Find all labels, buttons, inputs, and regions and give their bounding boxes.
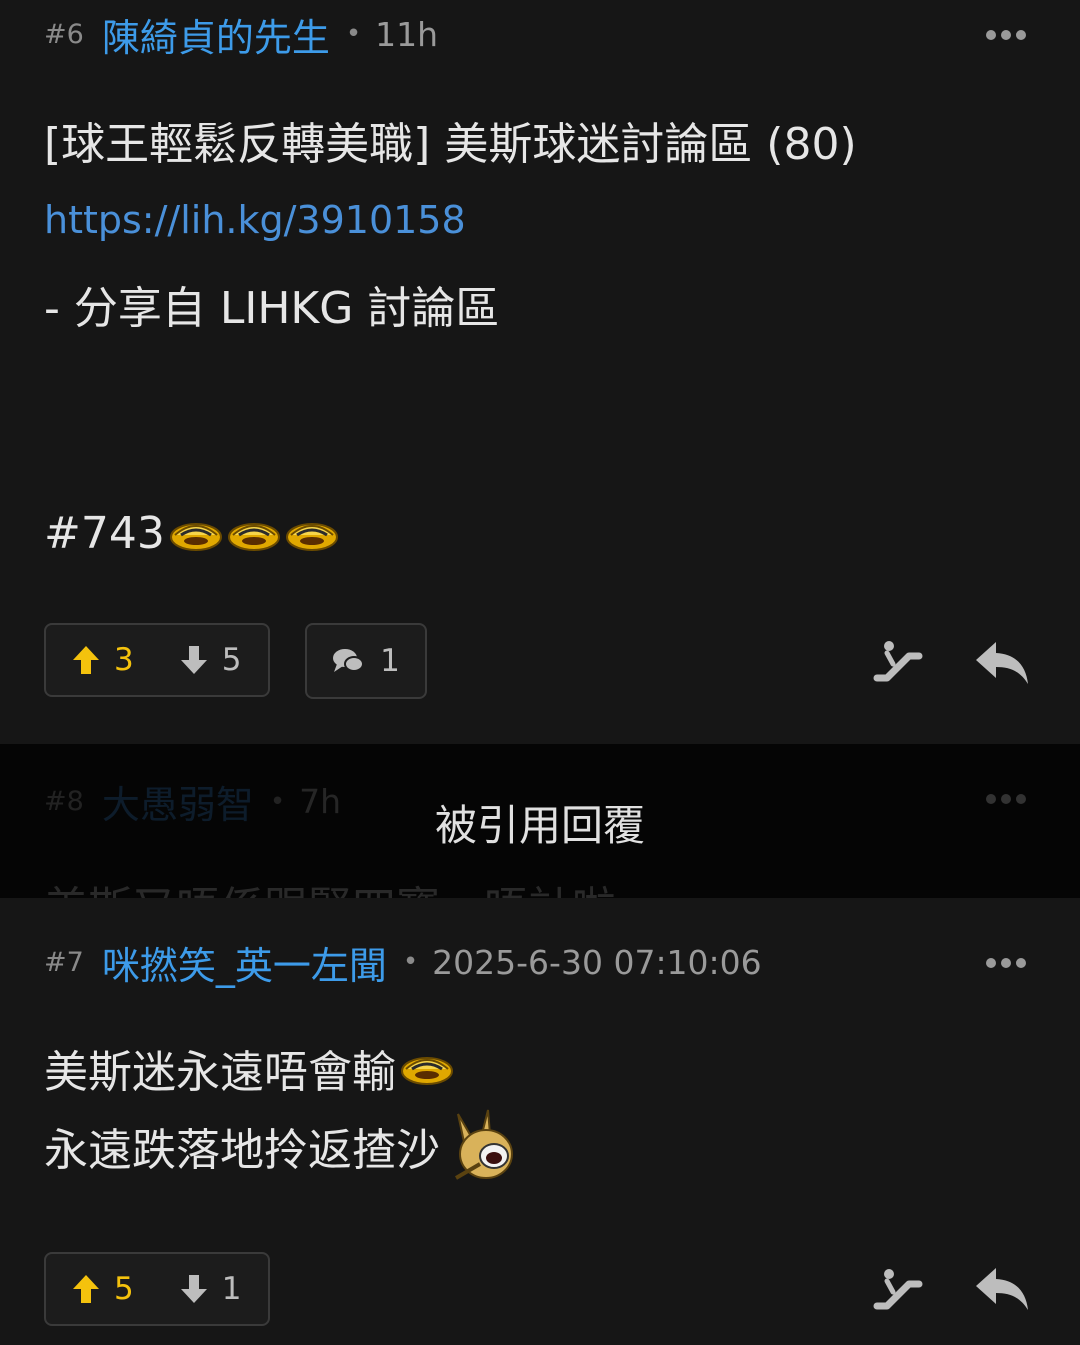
laugh-emoji-icon	[285, 522, 338, 551]
post-time: 11h	[375, 14, 439, 54]
upvote-count: 5	[114, 1271, 134, 1307]
post-time: 2025-6-30 07:10:06	[432, 942, 762, 982]
vote-box: 5 1	[44, 1252, 270, 1326]
arrow-down-icon	[180, 1275, 207, 1303]
quoted-text: 美斯又唔係跟緊四寶，唔計啦	[44, 872, 616, 898]
post-text-2: 永遠跌落地拎返揸沙	[44, 1125, 440, 1176]
post-meta: #6 陳綺貞的先生 • 11h	[44, 4, 438, 64]
floor-number: #6	[44, 18, 84, 50]
upvote-count: 3	[114, 642, 134, 678]
shouting-rabbit-emoji-icon	[454, 1109, 513, 1180]
reply-icon[interactable]	[974, 1266, 1030, 1312]
quoted-reply-banner[interactable]: #8 大愚弱智 • 7h 美斯又唔係跟緊四寶，唔計啦 被引用回覆	[0, 744, 1080, 898]
post-7: #7 咪撚笑_英一左聞 • 2025-6-30 07:10:06 美斯迷永遠唔會…	[0, 898, 1080, 1345]
arrow-up-icon	[73, 1275, 99, 1303]
quoted-reply-title: 被引用回覆	[434, 801, 645, 850]
author-name[interactable]: 咪撚笑_英一左聞	[102, 935, 387, 990]
more-options-icon[interactable]	[986, 958, 1026, 968]
post-text-1: 美斯迷永遠唔會輸	[44, 1047, 396, 1098]
post-6: #6 陳綺貞的先生 • 11h [球王輕鬆反轉美職] 美斯球迷討論區 (80) …	[0, 0, 1080, 744]
vote-box: 3 5	[44, 623, 270, 697]
share-text: - 分享自 LIHKG 討論區	[44, 283, 500, 334]
separator-dot: •	[402, 947, 419, 977]
downvote-button[interactable]: 5	[180, 642, 242, 678]
thread-link[interactable]: https://lih.kg/3910158	[44, 198, 466, 242]
reference-number: #743	[44, 508, 165, 559]
comments-icon	[333, 649, 365, 672]
post-meta: #7 咪撚笑_英一左聞 • 2025-6-30 07:10:06	[44, 932, 762, 992]
author-name[interactable]: 陳綺貞的先生	[102, 7, 330, 62]
downvote-count: 1	[221, 1271, 242, 1307]
escalator-icon[interactable]	[873, 640, 923, 684]
reference-line: #743	[44, 508, 339, 559]
post-line-2: 永遠跌落地拎返揸沙	[44, 1108, 516, 1184]
upvote-button[interactable]: 5	[72, 1271, 134, 1307]
post-line-1: 美斯迷永遠唔會輸	[44, 1036, 454, 1100]
more-options-icon[interactable]	[986, 30, 1026, 40]
separator-dot: •	[345, 19, 362, 49]
reply-icon[interactable]	[974, 640, 1030, 686]
upvote-button[interactable]: 3	[72, 642, 134, 678]
escalator-icon[interactable]	[873, 1268, 923, 1312]
laugh-emoji-icon	[169, 522, 222, 551]
downvote-count: 5	[221, 642, 242, 678]
arrow-down-icon	[180, 646, 207, 674]
laugh-emoji-icon	[401, 1057, 453, 1085]
post-title-text: [球王輕鬆反轉美職] 美斯球迷討論區 (80)	[44, 119, 857, 170]
arrow-up-icon	[73, 646, 99, 674]
comments-button[interactable]: 1	[305, 623, 427, 699]
floor-number: #7	[44, 946, 84, 978]
laugh-emoji-icon	[227, 522, 280, 551]
comments-count: 1	[380, 643, 400, 679]
downvote-button[interactable]: 1	[180, 1271, 242, 1307]
